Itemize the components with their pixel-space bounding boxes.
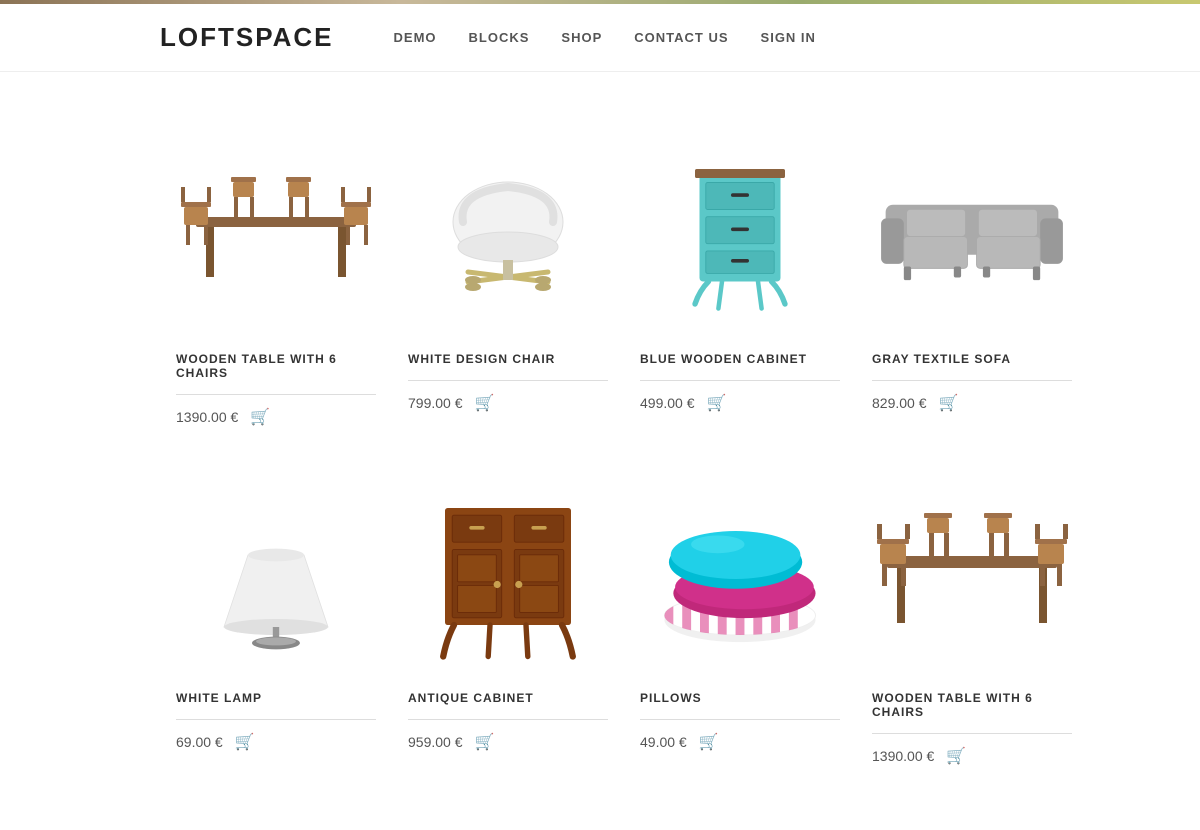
product-card: PILLOWS 49.00 € 🛒 [624,451,856,790]
product-price: 959.00 € [408,734,463,750]
product-image-white-lamp [176,471,376,671]
add-to-cart-button[interactable]: 🛒 [946,746,966,766]
product-card: ANTIQUE CABINET 959.00 € 🛒 [392,451,624,790]
product-divider [872,380,1072,381]
product-image-antique-cabinet [408,471,608,671]
nav-signin[interactable]: SIGN IN [761,30,816,45]
product-price-row: 1390.00 € 🛒 [872,746,1072,766]
product-image-wooden-table [176,132,376,332]
product-price: 49.00 € [640,734,687,750]
product-divider [176,719,376,720]
product-image-wooden-table-2 [872,471,1072,671]
product-card: WOODEN TABLE WITH 6 CHAIRS 1390.00 € 🛒 [160,112,392,451]
site-logo[interactable]: LOFTSPACE [160,22,334,53]
product-price: 499.00 € [640,395,695,411]
product-price: 829.00 € [872,395,927,411]
product-price-row: 1390.00 € 🛒 [176,407,376,427]
add-to-cart-button[interactable]: 🛒 [475,732,495,752]
product-card: WHITE LAMP 69.00 € 🛒 [160,451,392,790]
site-header: LOFTSPACE DEMO BLOCKS SHOP CONTACT US SI… [0,4,1200,72]
nav-blocks[interactable]: BLOCKS [469,30,530,45]
product-divider [640,719,840,720]
product-image-gray-sofa [872,132,1072,332]
nav-contact[interactable]: CONTACT US [634,30,728,45]
nav-shop[interactable]: SHOP [561,30,602,45]
product-title: BLUE WOODEN CABINET [640,352,840,366]
product-image-blue-cabinet [640,132,840,332]
product-grid: WOODEN TABLE WITH 6 CHAIRS 1390.00 € 🛒 [0,72,1200,830]
add-to-cart-button[interactable]: 🛒 [475,393,495,413]
product-divider [408,719,608,720]
product-price-row: 799.00 € 🛒 [408,393,608,413]
add-to-cart-button[interactable]: 🛒 [699,732,719,752]
product-divider [640,380,840,381]
product-title: WOODEN TABLE WITH 6 CHAIRS [872,691,1072,719]
add-to-cart-button[interactable]: 🛒 [939,393,959,413]
main-nav: DEMO BLOCKS SHOP CONTACT US SIGN IN [394,30,816,45]
product-title: WOODEN TABLE WITH 6 CHAIRS [176,352,376,380]
add-to-cart-button[interactable]: 🛒 [235,732,255,752]
product-divider [408,380,608,381]
product-image-pillows [640,471,840,671]
product-divider [872,733,1072,734]
product-price: 69.00 € [176,734,223,750]
product-card: WOODEN TABLE WITH 6 CHAIRS 1390.00 € 🛒 [856,451,1088,790]
product-price-row: 49.00 € 🛒 [640,732,840,752]
add-to-cart-button[interactable]: 🛒 [250,407,270,427]
add-to-cart-button[interactable]: 🛒 [707,393,727,413]
product-card: WHITE DESIGN CHAIR 799.00 € 🛒 [392,112,624,451]
product-card: GRAY TEXTILE SOFA 829.00 € 🛒 [856,112,1088,451]
product-title: GRAY TEXTILE SOFA [872,352,1072,366]
product-title: WHITE DESIGN CHAIR [408,352,608,366]
product-price-row: 499.00 € 🛒 [640,393,840,413]
nav-demo[interactable]: DEMO [394,30,437,45]
product-price-row: 69.00 € 🛒 [176,732,376,752]
product-price: 1390.00 € [872,748,934,764]
product-price: 1390.00 € [176,409,238,425]
product-image-white-chair [408,132,608,332]
product-divider [176,394,376,395]
product-price: 799.00 € [408,395,463,411]
product-title: ANTIQUE CABINET [408,691,608,705]
product-card: BLUE WOODEN CABINET 499.00 € 🛒 [624,112,856,451]
product-price-row: 829.00 € 🛒 [872,393,1072,413]
product-title: WHITE LAMP [176,691,376,705]
product-price-row: 959.00 € 🛒 [408,732,608,752]
product-title: PILLOWS [640,691,840,705]
